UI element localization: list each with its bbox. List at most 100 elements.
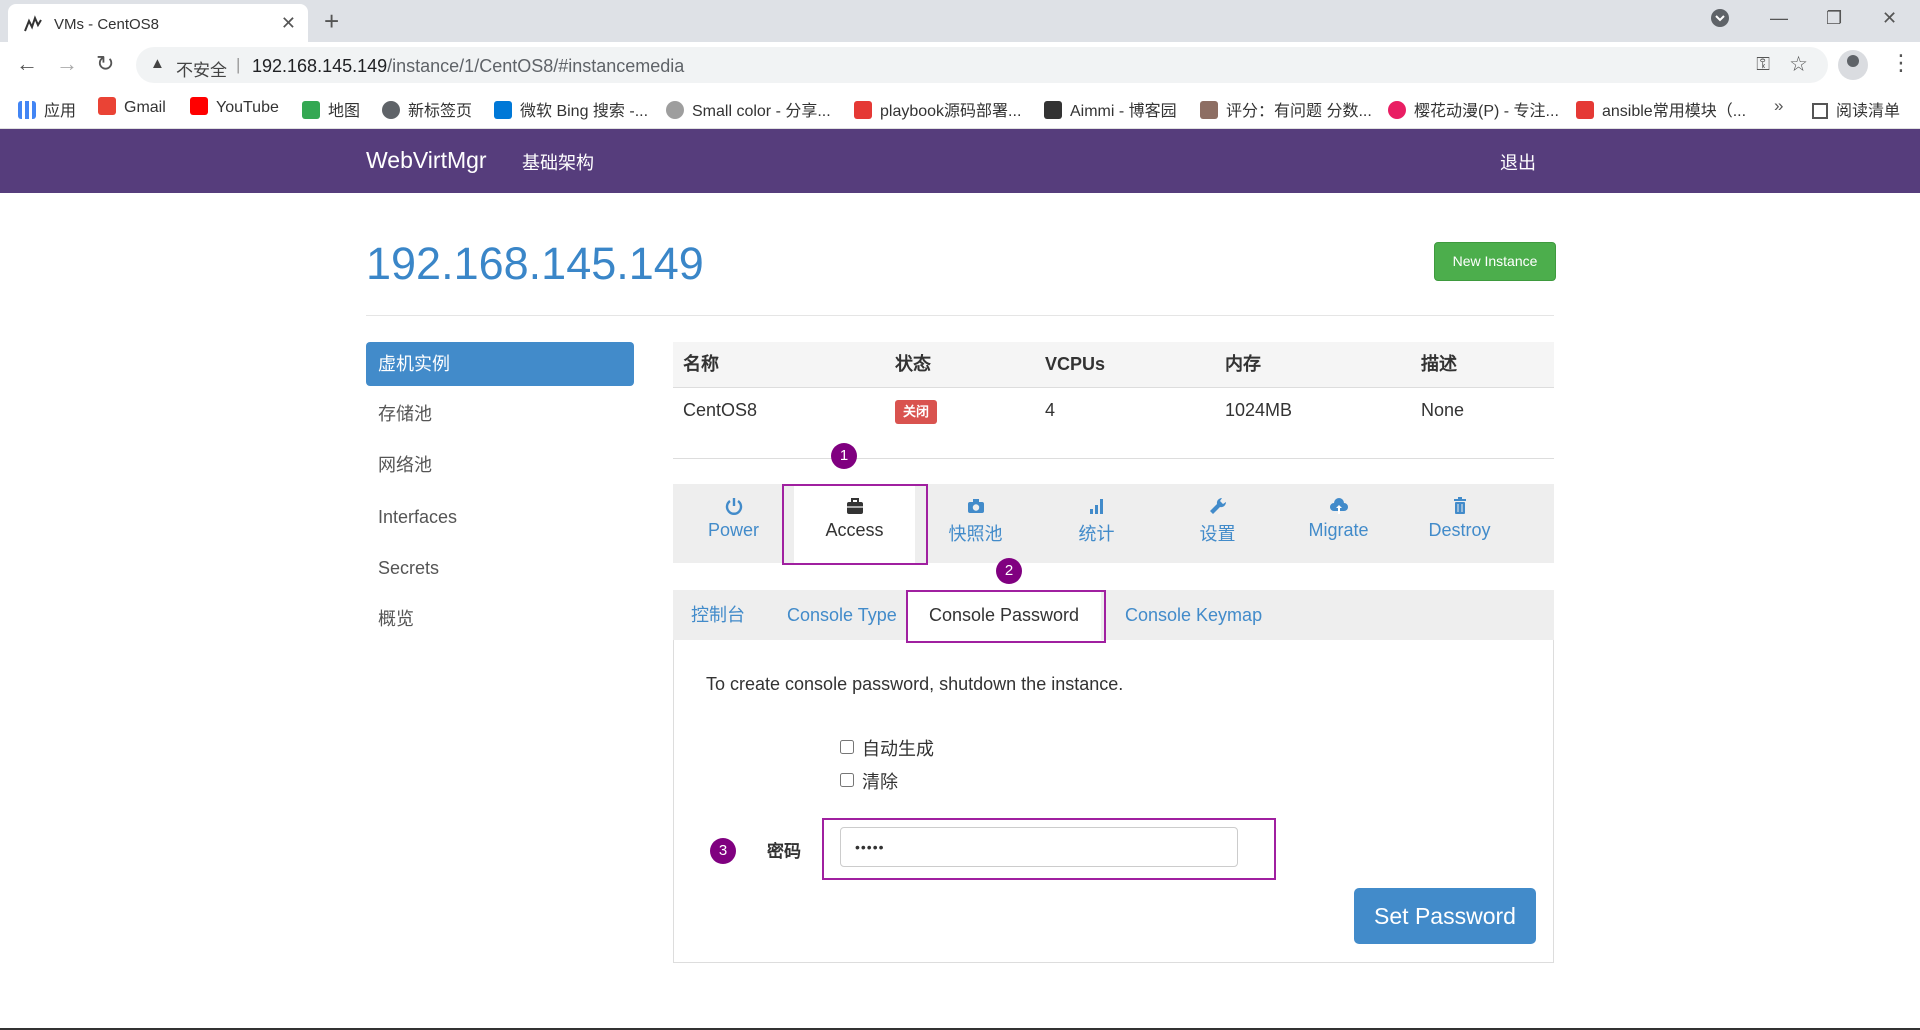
bing-icon [494, 101, 512, 119]
bookmark-label: 评分：有问题 分数... [1226, 103, 1372, 120]
warning-icon[interactable]: ▲ [150, 55, 165, 72]
url-path: /instance/1/CentOS8/#instancemedia [387, 56, 685, 76]
bookmark-sakura[interactable]: 樱花动漫(P) - 专注... [1388, 97, 1559, 121]
bookmark-star-icon[interactable]: ☆ [1789, 52, 1808, 77]
menu-icon[interactable]: ⋮ [1890, 50, 1912, 76]
bookmark-label: 微软 Bing 搜索 -... [520, 103, 649, 120]
restore-icon[interactable]: ❐ [1826, 8, 1842, 29]
cloud-upload-icon [1329, 498, 1348, 514]
bookmark-apps[interactable]: 应用 [18, 97, 76, 121]
table-row: CentOS8 关闭 4 1024MB None [673, 387, 1554, 434]
key-icon[interactable]: ⚿ [1756, 54, 1770, 75]
separator: | [236, 55, 241, 74]
brand-link[interactable]: WebVirtMgr [366, 147, 487, 174]
shutdown-notice: To create console password, shutdown the… [706, 674, 1124, 694]
csdn-icon [1576, 101, 1594, 119]
bookmark-youtube[interactable]: YouTube [190, 97, 279, 117]
youtube-icon [190, 97, 208, 115]
sakura-icon [1388, 101, 1406, 119]
header-memory: 内存 [1225, 354, 1261, 374]
sidebar-item-secrets[interactable]: Secrets [366, 546, 634, 590]
bookmark-label: Aimmi - 博客园 [1070, 103, 1177, 120]
tab-power[interactable]: Power [673, 484, 794, 563]
step-marker-2: 2 [996, 558, 1022, 584]
console-password-panel: To create console password, shutdown the… [673, 640, 1554, 963]
profile-avatar[interactable] [1838, 50, 1868, 80]
window-close-icon[interactable]: ✕ [1882, 8, 1897, 29]
auto-generate-option[interactable]: 自动生成 [840, 735, 934, 761]
bookmarks-bar: 应用 Gmail YouTube 地图 新标签页 微软 Bing 搜索 -...… [0, 88, 1920, 129]
tab-destroy[interactable]: Destroy [1399, 484, 1520, 563]
access-subtabs: 控制台 Console Type Console Password Consol… [673, 590, 1554, 640]
password-label: 密码 [767, 842, 801, 861]
csdn-icon [854, 101, 872, 119]
bookmark-gmail[interactable]: Gmail [98, 97, 166, 117]
sidebar-item-storage[interactable]: 存储池 [366, 392, 634, 436]
logout-link[interactable]: 退出 [1500, 149, 1536, 175]
subtab-console-type[interactable]: Console Type [787, 590, 897, 640]
highlight-console-password-tab [906, 590, 1106, 643]
apps-grid-icon [18, 101, 36, 119]
header-vcpus: VCPUs [1045, 354, 1106, 374]
bookmark-maps[interactable]: 地图 [302, 97, 360, 121]
divider [673, 458, 1554, 459]
address-bar[interactable]: ▲ 不安全 | 192.168.145.149/instance/1/CentO… [136, 47, 1828, 83]
step-marker-3: 3 [710, 838, 736, 864]
sidebar-item-interfaces[interactable]: Interfaces [366, 495, 634, 539]
subtab-console[interactable]: 控制台 [691, 590, 745, 640]
bookmark-rating[interactable]: 评分：有问题 分数... [1200, 97, 1372, 121]
tab-stats[interactable]: 统计 [1036, 484, 1157, 563]
reading-list-label: 阅读清单 [1836, 103, 1901, 120]
clear-option[interactable]: 清除 [840, 768, 898, 794]
bookmark-label: YouTube [216, 99, 279, 116]
clear-checkbox[interactable] [840, 773, 854, 787]
sidebar-item-networks[interactable]: 网络池 [366, 443, 634, 487]
header-description: 描述 [1421, 354, 1457, 374]
bookmark-label: 樱花动漫(P) - 专注... [1414, 103, 1559, 120]
bookmark-label: ansible常用模块（... [1602, 103, 1747, 120]
bookmark-aimmi[interactable]: Aimmi - 博客园 [1044, 97, 1177, 121]
tab-migrate[interactable]: Migrate [1278, 484, 1399, 563]
set-password-button[interactable]: Set Password [1354, 888, 1536, 944]
minimize-icon[interactable]: — [1770, 8, 1788, 29]
url-text[interactable]: 192.168.145.149/instance/1/CentOS8/#inst… [252, 56, 684, 77]
bookmark-label: 新标签页 [408, 103, 473, 120]
tab-label: Migrate [1308, 520, 1369, 540]
browser-tab[interactable]: VMs - CentOS8 ✕ [8, 4, 308, 42]
highlight-access-tab [782, 484, 928, 565]
bookmark-new-tab[interactable]: 新标签页 [382, 97, 472, 121]
browser-tab-strip: VMs - CentOS8 ✕ + — ❐ ✕ [0, 0, 1920, 42]
sidebar-item-overview[interactable]: 概览 [366, 597, 634, 641]
gmail-icon [98, 97, 116, 115]
bookmark-bing[interactable]: 微软 Bing 搜索 -... [494, 97, 648, 121]
new-tab-button[interactable]: + [324, 6, 339, 37]
instance-description: None [1421, 400, 1465, 420]
bookmark-playbook[interactable]: playbook源码部署... [854, 97, 1021, 121]
step-marker-1: 1 [831, 443, 857, 469]
nav-infrastructure[interactable]: 基础架构 [522, 149, 594, 175]
tab-snapshots[interactable]: 快照池 [915, 484, 1036, 563]
bookmark-label: Gmail [124, 99, 166, 116]
bookmarks-more-icon[interactable]: » [1774, 96, 1783, 116]
insecure-label[interactable]: 不安全 [176, 56, 227, 81]
profile-dropdown-icon[interactable] [1710, 8, 1730, 33]
reload-icon[interactable]: ↻ [96, 51, 114, 77]
auto-generate-checkbox[interactable] [840, 740, 854, 754]
instance-memory: 1024MB [1225, 400, 1293, 420]
subtab-console-keymap[interactable]: Console Keymap [1125, 590, 1262, 640]
tab-settings[interactable]: 设置 [1157, 484, 1278, 563]
bookmark-small-color[interactable]: Small color - 分享... [666, 97, 831, 121]
new-instance-button[interactable]: New Instance [1434, 242, 1556, 281]
table-header: 名称 状态 VCPUs 内存 描述 [673, 342, 1554, 387]
clear-label: 清除 [862, 772, 898, 792]
webvirtmgr-favicon [24, 15, 42, 32]
back-icon[interactable]: ← [16, 51, 38, 77]
sidebar-item-instances[interactable]: 虚机实例 [366, 342, 634, 386]
bookmark-ansible[interactable]: ansible常用模块（... [1576, 97, 1746, 121]
divider [366, 315, 1554, 316]
tab-close-icon[interactable]: ✕ [281, 13, 296, 34]
forward-icon[interactable]: → [56, 51, 78, 77]
reading-list[interactable]: 阅读清单 [1812, 97, 1900, 121]
globe-icon [382, 101, 400, 119]
bookmark-label: 地图 [328, 103, 361, 120]
